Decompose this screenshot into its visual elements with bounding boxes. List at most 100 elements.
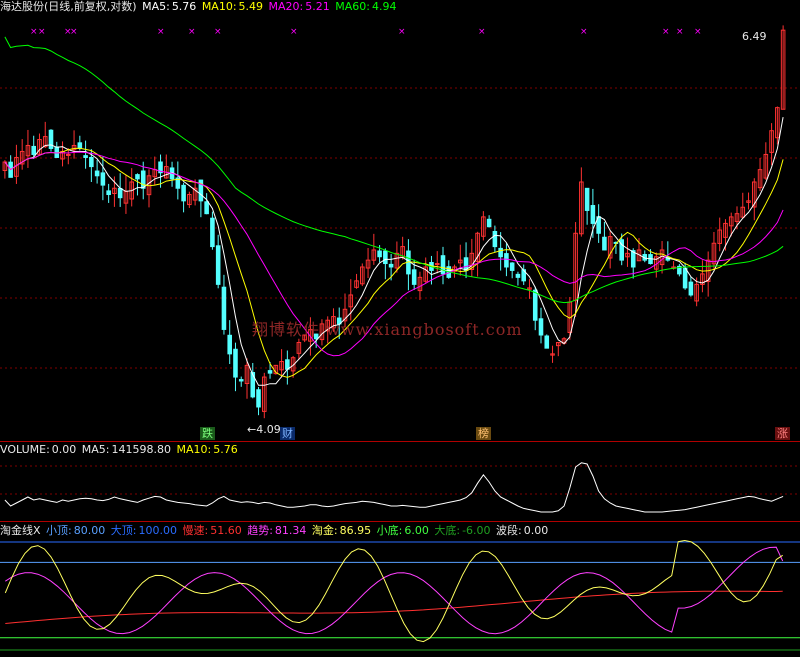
small-bottom-label: 小底: [376,524,403,537]
tag-rise[interactable]: 涨 [775,427,790,440]
candle-body [504,253,509,268]
big-top-label: 大顶: [110,524,137,537]
slow-value: 51.60 [210,524,242,537]
slow-label: 慢速: [182,524,209,537]
event-marker: × [30,27,38,37]
ma5-label: MA5: [142,0,170,13]
vol-ma5-label: MA5: [81,443,110,456]
event-marker: × [398,27,406,37]
candle-body [486,218,492,228]
trend-value: 81.34 [274,524,307,537]
ma10-value: 5.49 [238,0,264,13]
candle-body [515,273,521,278]
candle-body [584,187,590,211]
ma60-line [4,36,784,304]
chart-window: × × × × × × × × × × × × × × 海达股份(日线,前复权,对数) MA5: 5.76 … [0,0,800,657]
trend-line [5,546,784,635]
volume-header: VOLUME: 0.00 MA5: 141598.80 MA10: 5.76 [0,443,240,457]
ma5-value: 5.76 [171,0,197,13]
event-marker: × [580,27,588,37]
candle-body [94,170,100,177]
candle-body [532,289,538,321]
candle-body [388,263,394,268]
candle-body [100,172,106,186]
candle-body [31,145,36,155]
candle-body [682,267,688,289]
volume-ma-line [4,462,784,513]
low-arrow-icon: ← [247,423,257,436]
volume-indicator-separator [0,521,800,522]
small-bottom-value: 6.00 [404,524,429,537]
wave-value: 0.00 [523,524,549,537]
gold-line [4,539,783,643]
event-marker: × [694,27,702,37]
ma20-value: 5.21 [305,0,330,13]
vol-ma5-value: 141598.80 [111,443,172,456]
event-marker: × [676,27,684,37]
candle-body [492,231,498,248]
small-top-value: 80.00 [73,524,106,537]
candle-body [215,245,221,285]
tag-fall[interactable]: 跌 [200,427,215,440]
low-price-value: 4.09 [256,423,281,436]
candle-body [256,389,261,408]
candle-body [106,190,111,196]
ma10-line [4,147,784,378]
candle-body [54,146,60,158]
candle-body [66,153,71,156]
candle-body [538,318,544,336]
wave-label: 波段: [496,524,522,537]
volume-value: 0.00 [51,443,77,456]
candle-body [285,359,290,370]
candle-body [509,262,515,271]
candle-body [688,281,694,296]
big-bottom-label: 大底: [434,524,461,537]
candle-body [210,217,215,248]
candle-body [411,269,417,285]
vol-ma10-label: MA10: [176,443,212,456]
event-marker: × [157,27,165,37]
ma60-label: MA60: [335,0,370,13]
candle-body [77,142,83,149]
tag-rank[interactable]: 榜 [476,427,491,440]
candle-body [498,247,503,258]
stock-title: 海达股份(日线,前复权,对数) [0,0,137,13]
candle-body [83,155,88,158]
trend-label: 趋势: [247,524,273,537]
small-top-label: 小顶: [46,524,72,537]
price-volume-separator [0,441,800,442]
event-marker: × [478,27,486,37]
ma20-label: MA20: [268,0,304,13]
candle-body [590,205,596,224]
volume-label: VOLUME: [0,443,50,456]
candle-body [227,334,232,355]
slow-line [5,590,783,624]
ma60-value: 4.94 [371,0,397,13]
tag-finance[interactable]: 财 [280,427,295,440]
candle-body [221,286,227,330]
vol-ma10-value: 5.76 [213,443,238,456]
candle-body [602,236,607,251]
candle-body [140,170,146,189]
big-top-value: 100.00 [138,524,177,537]
event-marker: × [290,27,298,37]
candle-body [89,156,94,168]
candle-body [377,250,382,258]
candle-body [383,250,388,265]
high-price-label: 6.49 [742,30,767,43]
ma10-label: MA10: [201,0,237,13]
candle-body [544,335,550,349]
candle-body [434,263,440,266]
gold-value: 86.95 [339,524,372,537]
candle-body [204,201,209,215]
low-price-label: ←4.09 [247,423,281,436]
candle-body [181,184,186,202]
candle-body [233,348,238,378]
indicator-header: 淘金线X 小顶: 80.00 大顶: 100.00 慢速: 51.60 趋势: 81.3… [0,524,550,538]
event-marker: × [70,27,78,37]
big-bottom-value: -6.00 [462,524,491,537]
watermark: 翔博软件 www.xiangbosoft.com [252,320,523,339]
ma5-line [4,117,784,386]
event-marker: × [214,27,222,37]
candle-body [117,187,123,199]
